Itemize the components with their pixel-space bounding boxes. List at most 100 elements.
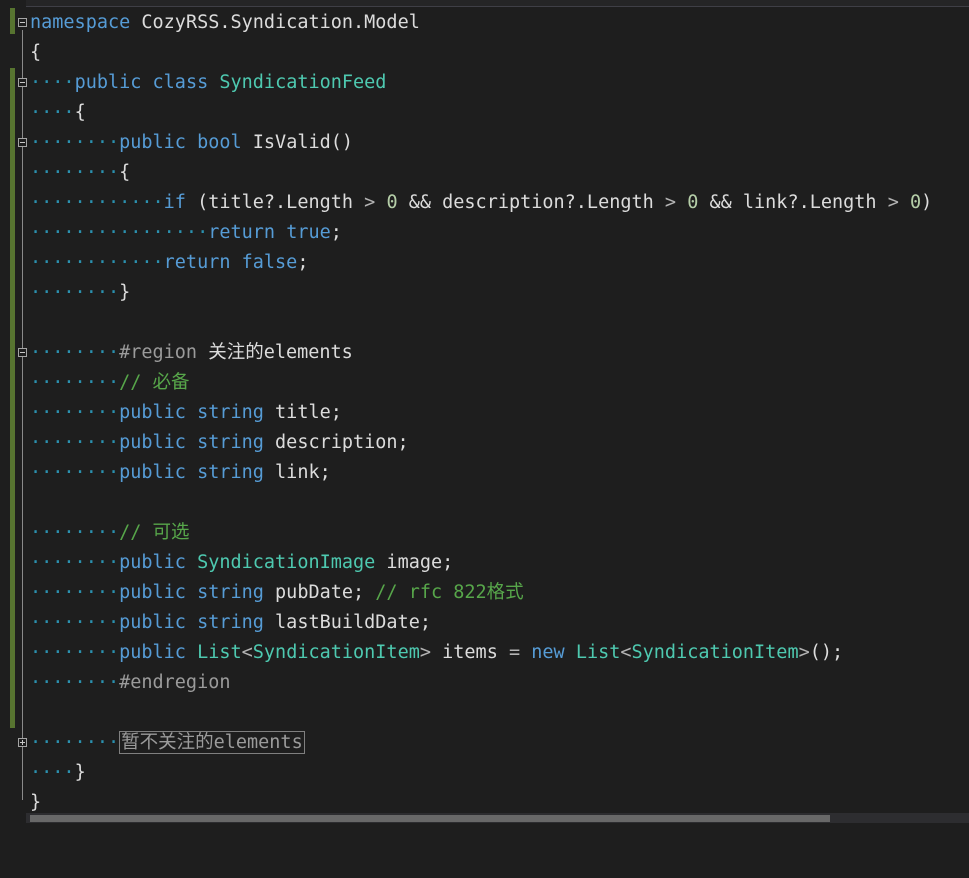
code-line: ····}: [30, 762, 86, 783]
brace: }: [74, 762, 86, 783]
field-name: items: [431, 642, 509, 663]
code-line: ········#region 关注的elements: [0, 338, 969, 368]
code-line: ········public bool IsValid(): [0, 128, 969, 158]
code-line: ····{: [30, 102, 86, 123]
keyword: public: [119, 132, 186, 153]
horizontal-scrollbar[interactable]: [26, 813, 969, 823]
field-name: description;: [263, 432, 409, 453]
brace: {: [74, 102, 86, 123]
brace: {: [119, 162, 131, 183]
code-line: namespace CozyRSS.Syndication.Model: [0, 8, 969, 38]
code-line: ········public SyndicationImage image;: [30, 552, 454, 573]
keyword: public: [119, 582, 186, 603]
region-directive: #region: [119, 342, 198, 363]
code-line: ········ 暂不关注的elements: [0, 728, 969, 758]
code-line: ········{: [30, 162, 131, 183]
code-line: ········public string title;: [30, 402, 342, 423]
type-name: List: [575, 642, 621, 663]
keyword: string: [197, 612, 264, 633]
keyword: string: [197, 462, 264, 483]
code-text: ;: [297, 252, 309, 273]
operator: &&: [397, 192, 443, 213]
code-line: {: [0, 38, 969, 68]
number: 0: [909, 192, 922, 213]
operator: &&: [698, 192, 743, 213]
field-name: link;: [263, 462, 331, 483]
field-name: pubDate;: [263, 582, 376, 603]
keyword: string: [197, 402, 264, 423]
type-name: SyndicationImage: [197, 552, 376, 573]
number: 0: [386, 192, 398, 213]
code-line: ········}: [30, 282, 131, 303]
keyword: string: [197, 432, 264, 453]
keyword: if: [163, 192, 186, 213]
code-line: ········// 必备: [30, 372, 190, 393]
keyword: public: [74, 72, 142, 93]
code-line: ········public string pubDate; // rfc 82…: [30, 582, 524, 603]
keyword: new: [531, 642, 565, 663]
code-text: (title?.Length: [185, 192, 365, 213]
region-name: 关注的elements: [197, 342, 353, 363]
code-line: ········public List<SyndicationItem> ite…: [30, 642, 844, 663]
operator: <: [241, 642, 253, 663]
class-name: SyndicationFeed: [219, 72, 387, 93]
operator: >: [664, 192, 677, 213]
code-line: ········public string lastBuildDate;: [30, 612, 431, 633]
keyword: true: [286, 222, 331, 243]
keyword: public: [119, 432, 186, 453]
keyword: public: [119, 642, 186, 663]
operator: >: [798, 642, 810, 663]
keyword: namespace: [30, 12, 131, 33]
field-name: lastBuildDate;: [263, 612, 431, 633]
collapsed-region[interactable]: 暂不关注的elements: [119, 731, 305, 754]
keyword: bool: [197, 132, 242, 153]
keyword: public: [119, 402, 186, 423]
field-name: title;: [263, 402, 342, 423]
keyword: public: [119, 612, 186, 633]
code-line: ········public string description;: [30, 432, 409, 453]
expand-icon[interactable]: [18, 738, 27, 747]
region-directive: #endregion: [119, 672, 231, 693]
brace: }: [30, 792, 42, 813]
code-text: ;: [330, 222, 342, 243]
keyword: public: [119, 552, 186, 573]
operator: >: [364, 192, 376, 213]
code-line: ········#endregion: [30, 672, 231, 693]
code-text: description?.Length: [442, 192, 665, 213]
keyword: string: [197, 582, 264, 603]
type-name: SyndicationItem: [631, 642, 799, 663]
method-name: IsValid(): [252, 132, 354, 153]
code-line: ········// 可选: [30, 522, 190, 543]
namespace-name: CozyRSS.Syndication.Model: [141, 12, 420, 33]
field-name: image;: [375, 552, 454, 573]
brace: {: [30, 42, 42, 63]
type-name: SyndicationItem: [252, 642, 420, 663]
keyword: false: [241, 252, 298, 273]
brace: }: [119, 282, 131, 303]
scrollbar-thumb[interactable]: [30, 815, 830, 822]
code-line: ············if (title?.Length > 0 && des…: [30, 192, 933, 213]
code-line: ········public string link;: [30, 462, 331, 483]
collapse-icon[interactable]: [18, 18, 27, 27]
code-line: ····public class SyndicationFeed: [0, 68, 969, 98]
collapse-icon[interactable]: [18, 348, 27, 357]
operator: <: [620, 642, 632, 663]
operator: >: [887, 192, 899, 213]
code-editor[interactable]: namespace CozyRSS.Syndication.Model { ··…: [0, 8, 969, 813]
keyword: public: [119, 462, 186, 483]
collapse-icon[interactable]: [18, 138, 27, 147]
code-text: ();: [809, 642, 844, 663]
operator: =: [508, 642, 521, 663]
comment: // 可选: [119, 522, 190, 543]
keyword: class: [152, 72, 209, 93]
keyword: return: [163, 252, 231, 273]
collapse-icon[interactable]: [18, 78, 27, 87]
operator: >: [419, 642, 431, 663]
comment: // rfc 822格式: [375, 582, 524, 603]
